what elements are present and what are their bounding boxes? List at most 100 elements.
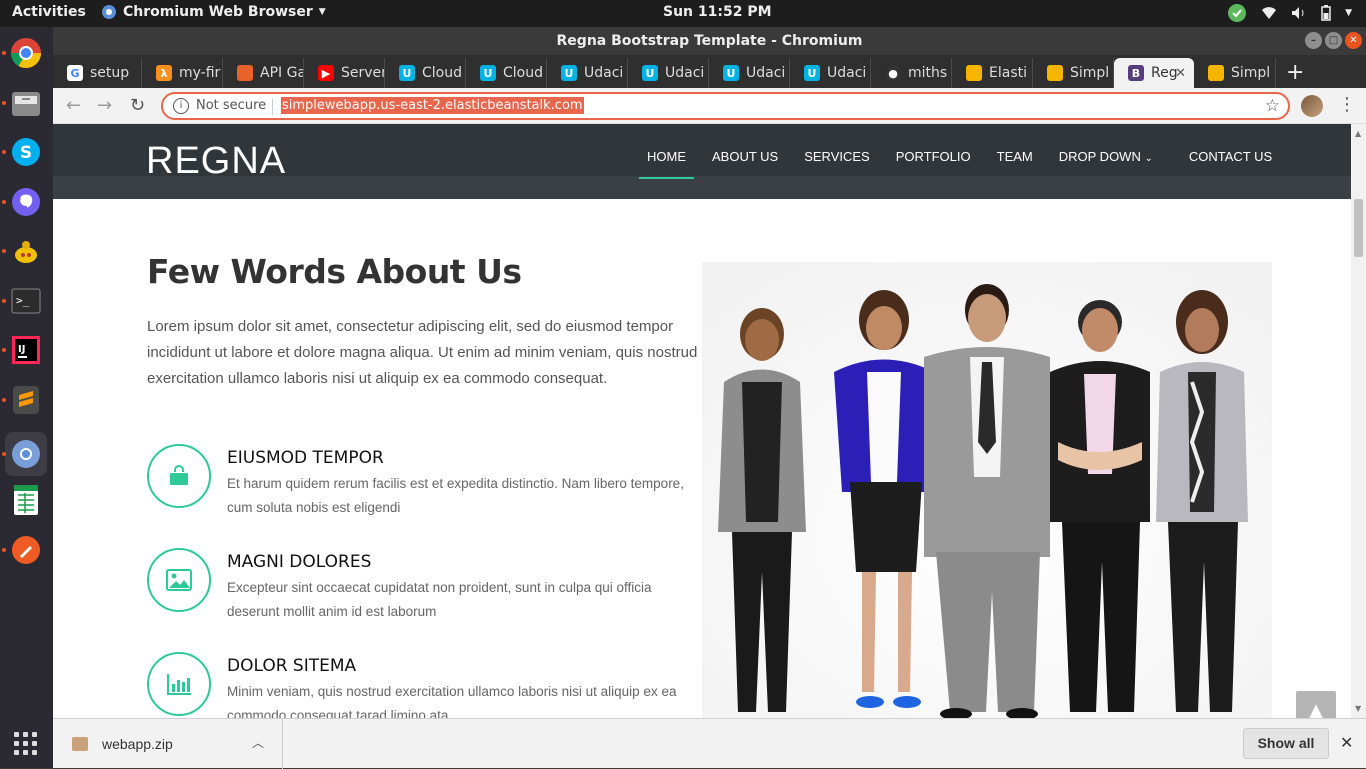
viber-dock-icon[interactable] <box>8 184 44 220</box>
aws-box-icon <box>1208 65 1224 81</box>
window-titlebar[interactable]: Regna Bootstrap Template - Chromium – □ … <box>53 27 1366 55</box>
clock[interactable]: Sun 11:52 PM <box>663 4 772 20</box>
tab-10[interactable]: U Udaci <box>790 58 871 88</box>
tab-12[interactable]: Elasti <box>952 58 1033 88</box>
tab-8[interactable]: U Udaci <box>628 58 709 88</box>
scrollbar-thumb[interactable] <box>1354 199 1363 257</box>
terminal-dock-icon[interactable]: >_ <box>8 283 44 319</box>
intellij-dock-icon[interactable]: IJ <box>8 332 44 368</box>
browser-window: Regna Bootstrap Template - Chromium – □ … <box>53 27 1366 769</box>
nav-portfolio[interactable]: PORTFOLIO <box>896 149 971 164</box>
page-scrollbar[interactable]: ▲ ▼ <box>1351 124 1366 718</box>
aws-lambda-icon: λ <box>156 65 172 81</box>
tab-label: setup <box>90 65 130 81</box>
system-tray[interactable]: ▼ <box>1227 3 1352 23</box>
download-item[interactable]: webapp.zip ︿ <box>53 719 283 769</box>
udacity-icon: U <box>480 65 496 81</box>
teapot-app-dock-icon[interactable] <box>8 233 44 269</box>
feature-icon-circle <box>147 652 211 716</box>
tab-9[interactable]: U Udaci <box>709 58 790 88</box>
aws-box-icon <box>1047 65 1063 81</box>
tab-label: Reg <box>1151 65 1178 81</box>
back-to-top-button[interactable]: ▲ <box>1296 691 1336 718</box>
tab-label: Udaci <box>665 65 705 81</box>
divider <box>272 99 273 115</box>
files-dock-icon[interactable] <box>8 85 44 121</box>
postman-dock-icon[interactable] <box>8 532 44 568</box>
bar-chart-icon <box>167 674 191 695</box>
forward-button[interactable]: → <box>97 95 112 116</box>
zip-file-icon <box>72 737 88 751</box>
security-indicator[interactable]: Not secure <box>196 98 266 113</box>
info-icon[interactable]: i <box>173 98 189 114</box>
reload-button[interactable]: ↻ <box>130 95 145 116</box>
profile-avatar[interactable] <box>1301 95 1323 117</box>
nav-home[interactable]: HOME <box>639 149 694 179</box>
chevron-down-icon: ▼ <box>318 7 326 17</box>
download-filename[interactable]: webapp.zip <box>102 736 173 752</box>
tab-6[interactable]: U Cloud <box>466 58 547 88</box>
tab-strip: G setup λ my-fir API Ga ▶ Server U Cloud… <box>53 55 1366 88</box>
app-menu[interactable]: Chromium Web Browser ▼ <box>101 4 326 20</box>
bookmark-star-icon[interactable]: ☆ <box>1265 96 1280 116</box>
about-title: Few Words About Us <box>147 252 522 291</box>
chromium-dock-icon[interactable] <box>8 35 44 71</box>
chevron-up-icon[interactable]: ︿ <box>252 734 264 751</box>
nav-drop-down[interactable]: DROP DOWN ⌄ <box>1059 149 1153 164</box>
tab-1[interactable]: G setup <box>53 58 142 88</box>
scroll-up-icon[interactable]: ▲ <box>1355 129 1361 138</box>
tab-label: Udaci <box>827 65 867 81</box>
tab-15[interactable]: Simpl <box>1194 58 1276 88</box>
update-check-icon[interactable] <box>1227 3 1247 23</box>
address-bar[interactable]: i Not secure simplewebapp.us-east-2.elas… <box>161 92 1290 120</box>
tab-7[interactable]: U Udaci <box>547 58 628 88</box>
shopping-bag-icon <box>170 465 188 485</box>
nav-about-us[interactable]: ABOUT US <box>712 149 778 164</box>
nav-services[interactable]: SERVICES <box>804 149 870 164</box>
tab-label: Cloud <box>422 65 462 81</box>
new-tab-button[interactable]: + <box>1286 60 1304 85</box>
image-icon <box>166 569 192 591</box>
nav-contact-us[interactable]: CONTACT US <box>1189 149 1272 164</box>
github-icon: ● <box>885 65 901 81</box>
close-button[interactable]: ✕ <box>1345 32 1362 49</box>
url-text[interactable]: simplewebapp.us-east-2.elasticbeanstalk.… <box>281 97 584 114</box>
back-button[interactable]: ← <box>66 95 81 116</box>
chromium-active-dock-icon[interactable] <box>5 432 47 476</box>
scroll-down-icon[interactable]: ▼ <box>1355 704 1361 713</box>
sublime-text-dock-icon[interactable] <box>8 382 44 418</box>
battery-icon <box>1321 5 1331 21</box>
close-shelf-icon[interactable]: ✕ <box>1340 733 1353 752</box>
tab-13[interactable]: Simpl <box>1033 58 1114 88</box>
power-menu-icon[interactable]: ▼ <box>1345 8 1352 18</box>
browser-toolbar: ← → ↻ i Not secure simplewebapp.us-east-… <box>53 88 1366 124</box>
maximize-button[interactable]: □ <box>1325 32 1342 49</box>
dock: S >_ IJ <box>0 27 53 768</box>
google-icon: G <box>67 65 83 81</box>
udacity-icon: U <box>399 65 415 81</box>
tab-label: miths <box>908 65 948 81</box>
feature-icon-circle <box>147 548 211 612</box>
tab-label: API Ga <box>260 65 304 81</box>
show-applications-icon[interactable] <box>14 732 37 755</box>
browser-menu-icon[interactable]: ⋮ <box>1338 94 1356 115</box>
tab-11[interactable]: ● miths <box>871 58 952 88</box>
tab-label: Udaci <box>746 65 786 81</box>
activities-button[interactable]: Activities <box>12 4 86 20</box>
show-all-button[interactable]: Show all <box>1243 728 1329 759</box>
tab-active[interactable]: B Reg ✕ <box>1114 58 1194 88</box>
close-tab-icon[interactable]: ✕ <box>1175 66 1186 81</box>
site-header: REGNA HOME ABOUT US SERVICES PORTFOLIO T… <box>53 124 1351 199</box>
about-lead: Lorem ipsum dolor sit amet, consectetur … <box>147 318 698 387</box>
tab-2[interactable]: λ my-fir <box>142 58 223 88</box>
nav-team[interactable]: TEAM <box>997 149 1033 164</box>
tab-4[interactable]: ▶ Server <box>304 58 385 88</box>
tab-5[interactable]: U Cloud <box>385 58 466 88</box>
minimize-button[interactable]: – <box>1305 32 1322 49</box>
feature-title: MAGNI DOLORES <box>227 552 372 572</box>
bootstrap-icon: B <box>1128 65 1144 81</box>
skype-dock-icon[interactable]: S <box>8 134 44 170</box>
tab-3[interactable]: API Ga <box>223 58 304 88</box>
spreadsheet-dock-icon[interactable] <box>8 482 44 518</box>
site-logo[interactable]: REGNA <box>146 140 286 183</box>
